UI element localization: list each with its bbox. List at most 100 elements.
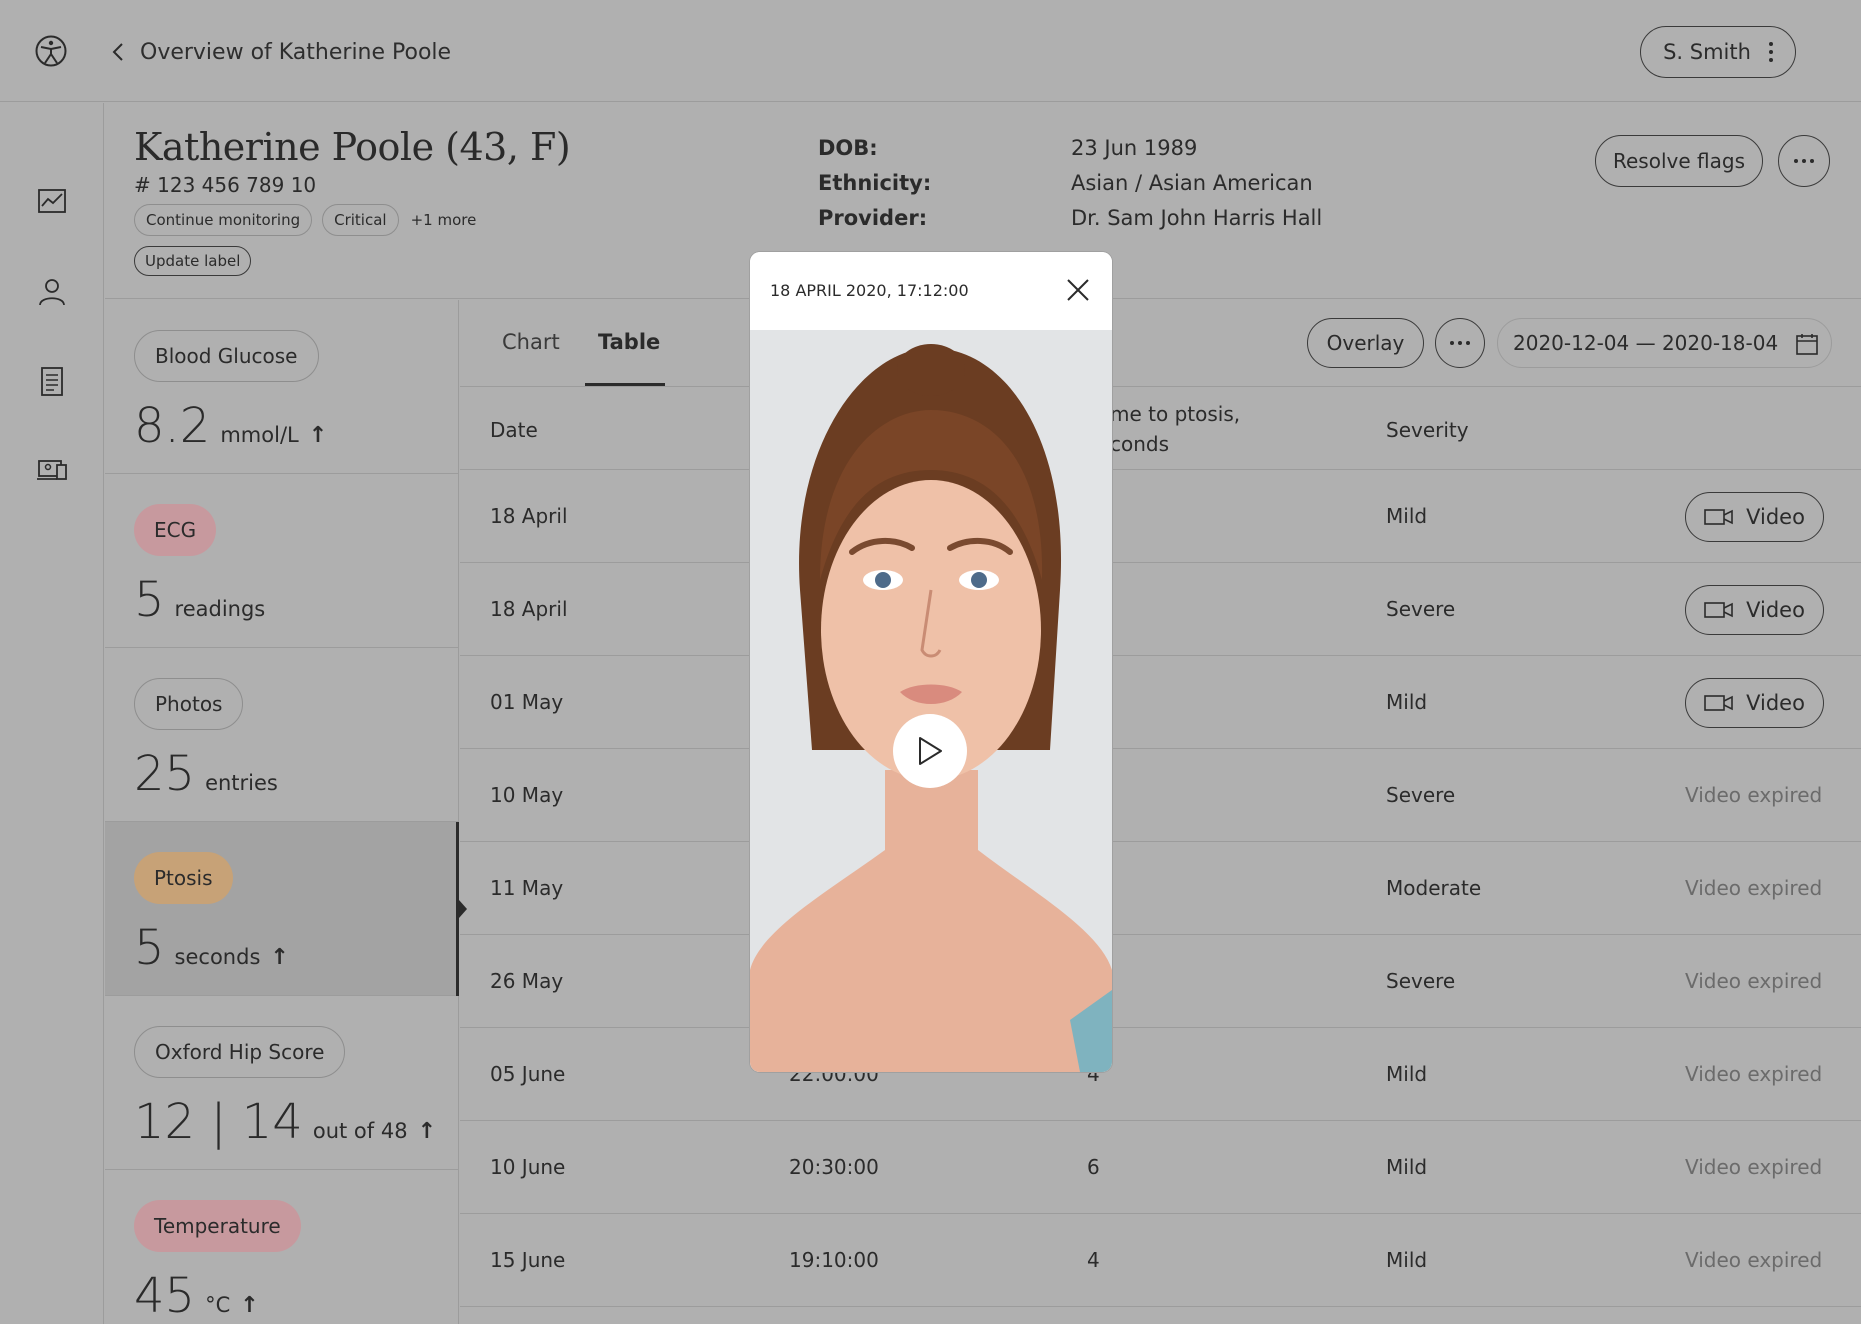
cell-severity: Mild xyxy=(1386,504,1428,528)
patient-name: Katherine Poole (43, F) xyxy=(134,125,571,169)
patient-id: # 123 456 789 10 xyxy=(134,173,317,197)
more-horizontal-icon xyxy=(1450,341,1454,345)
metric-value: 12 | 14 out of 48 ↑ xyxy=(134,1094,436,1150)
back-link-label: Overview of Katherine Poole xyxy=(140,39,452,65)
video-expired-label: Video expired xyxy=(1685,1248,1823,1272)
user-name: S. Smith xyxy=(1663,40,1751,64)
metric-ptosis[interactable]: Ptosis 5 seconds ↑ xyxy=(105,822,467,996)
info-key: DOB: xyxy=(818,136,878,160)
calendar-icon[interactable] xyxy=(1795,332,1819,356)
tab-active-underline xyxy=(585,383,665,386)
table-row: 05 June 22:00:00 4 Mild Video expired xyxy=(460,1028,1861,1121)
video-button-label: Video xyxy=(1746,691,1805,715)
metric-ecg[interactable]: ECG 5 readings xyxy=(105,474,458,648)
cell-severity: Mild xyxy=(1386,1062,1428,1086)
table-row: 18 April Mild Video xyxy=(460,470,1861,563)
video-button[interactable]: Video xyxy=(1685,492,1824,542)
metric-number: 45 xyxy=(134,1268,196,1324)
tag-critical[interactable]: Critical xyxy=(322,204,399,236)
video-expired-label: Video expired xyxy=(1685,1155,1823,1179)
update-label-button[interactable]: Update label xyxy=(134,246,252,276)
info-value: 23 Jun 1989 xyxy=(1071,136,1198,160)
user-icon[interactable] xyxy=(36,276,68,308)
table-row: 11 May Moderate Video expired xyxy=(460,842,1861,935)
arrow-up-icon: ↑ xyxy=(308,423,328,448)
table-row: 10 May Severe Video expired xyxy=(460,749,1861,842)
metric-photos[interactable]: Photos 25 entries xyxy=(105,648,458,822)
video-button-label: Video xyxy=(1746,505,1805,529)
video-button[interactable]: Video xyxy=(1685,585,1824,635)
portrait-illustration xyxy=(750,330,1112,1072)
info-row-provider: Provider: Dr. Sam John Harris Hall xyxy=(818,206,1378,241)
metric-unit: out of 48 xyxy=(312,1119,408,1143)
cell-severity: Severe xyxy=(1386,597,1456,621)
metric-oxford-hip-score[interactable]: Oxford Hip Score 12 | 14 out of 48 ↑ xyxy=(105,996,458,1170)
more-horizontal-icon xyxy=(1794,159,1798,163)
patient-info: DOB: 23 Jun 1989 Ethnicity: Asian / Asia… xyxy=(818,136,1378,241)
more-options-button[interactable] xyxy=(1778,135,1830,187)
header-severity: Severity xyxy=(1386,418,1469,442)
cell-date: 10 June xyxy=(490,1155,566,1179)
tab-chart[interactable]: Chart xyxy=(502,330,560,354)
info-row-ethnicity: Ethnicity: Asian / Asian American xyxy=(818,171,1378,206)
back-link[interactable]: Overview of Katherine Poole xyxy=(112,38,451,66)
cell-seconds: 4 xyxy=(1087,1248,1100,1272)
chevron-left-icon xyxy=(112,43,123,61)
accessibility-logo-icon[interactable] xyxy=(34,34,68,68)
table-row: 26 May Severe Video expired xyxy=(460,935,1861,1028)
toolbar-more-button[interactable] xyxy=(1435,318,1485,368)
video-camera-icon xyxy=(1704,602,1733,618)
metric-unit: entries xyxy=(205,771,278,795)
video-expired-label: Video expired xyxy=(1685,783,1823,807)
modal-title: 18 APRIL 2020, 17:12:00 xyxy=(770,281,969,300)
metric-number: 25 xyxy=(134,746,196,802)
metric-temperature[interactable]: Temperature 45 °C ↑ xyxy=(105,1170,458,1324)
tag-continue-monitoring[interactable]: Continue monitoring xyxy=(134,204,313,236)
cell-seconds: 6 xyxy=(1087,1155,1100,1179)
cell-date: 10 May xyxy=(490,783,564,807)
cell-date: 01 May xyxy=(490,690,564,714)
metric-unit: °C xyxy=(205,1293,231,1317)
video-camera-icon xyxy=(1704,509,1733,525)
overlay-button[interactable]: Overlay xyxy=(1307,318,1424,368)
close-icon[interactable] xyxy=(1066,278,1090,302)
header-date: Date xyxy=(490,418,538,442)
resolve-flags-button[interactable]: Resolve flags xyxy=(1595,135,1763,187)
metric-value: 8.2 mmol/L ↑ xyxy=(134,398,327,454)
metric-blood-glucose[interactable]: Blood Glucose 8.2 mmol/L ↑ xyxy=(105,300,458,474)
metric-chip: Ptosis xyxy=(134,852,233,904)
more-tags-link[interactable]: +1 more xyxy=(411,211,477,229)
metric-number: 5 xyxy=(134,920,165,976)
info-row-dob: DOB: 23 Jun 1989 xyxy=(818,136,1378,171)
date-range-picker[interactable]: 2020-12-04 — 2020-18-04 xyxy=(1497,318,1832,368)
metric-unit: mmol/L xyxy=(220,423,299,447)
arrow-up-icon: ↑ xyxy=(417,1119,436,1144)
metric-chip: Oxford Hip Score xyxy=(134,1026,346,1078)
metric-chip: Photos xyxy=(134,678,244,730)
metric-chip: Blood Glucose xyxy=(134,330,319,382)
date-range-value: 2020-12-04 — 2020-18-04 xyxy=(1513,331,1779,355)
video-button[interactable]: Video xyxy=(1685,678,1824,728)
metric-number: 12 | 14 xyxy=(134,1094,303,1150)
user-menu-button[interactable]: S. Smith xyxy=(1640,26,1796,78)
video-button-label: Video xyxy=(1746,598,1805,622)
cell-severity: Mild xyxy=(1386,690,1428,714)
chart-icon[interactable] xyxy=(36,185,68,217)
devices-icon[interactable] xyxy=(36,453,68,485)
document-icon[interactable] xyxy=(36,365,68,397)
cell-severity: Mild xyxy=(1386,1248,1428,1272)
side-nav xyxy=(0,103,104,1324)
cell-severity: Mild xyxy=(1386,1155,1428,1179)
patient-video-frame[interactable] xyxy=(750,330,1112,1072)
video-expired-label: Video expired xyxy=(1685,969,1823,993)
table-row: 18 April Severe Video xyxy=(460,563,1861,656)
metric-value: 25 entries xyxy=(134,746,278,802)
cell-severity: Moderate xyxy=(1386,876,1482,900)
tab-table[interactable]: Table xyxy=(598,330,660,354)
metric-value: 45 °C ↑ xyxy=(134,1268,259,1324)
cell-date: 11 May xyxy=(490,876,564,900)
ptosis-table: Date me to ptosis, conds Severity 18 Apr… xyxy=(460,388,1861,1307)
info-key: Provider: xyxy=(818,206,928,230)
info-key: Ethnicity: xyxy=(818,171,932,195)
play-button[interactable] xyxy=(893,714,967,788)
